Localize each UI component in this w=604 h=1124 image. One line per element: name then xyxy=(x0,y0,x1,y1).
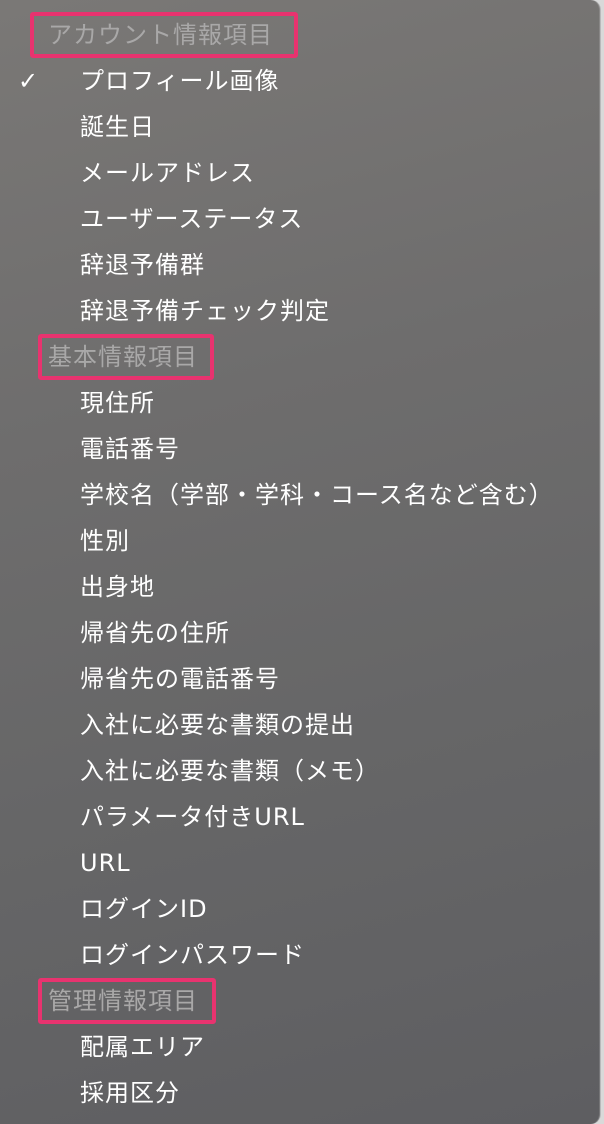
menu-item-phone-number[interactable]: 電話番号 xyxy=(0,426,600,472)
section-header-account: アカウント情報項目 xyxy=(0,12,600,58)
menu-item-gender[interactable]: 性別 xyxy=(0,518,600,564)
menu-item-profile-image[interactable]: ✓ プロフィール画像 xyxy=(0,58,600,104)
menu-item-label: 学校名（学部・学科・コース名など含む） xyxy=(80,481,554,509)
menu-item-url-with-params[interactable]: パラメータ付きURL xyxy=(0,794,600,840)
menu-item-label: ログインID xyxy=(80,895,208,923)
menu-item-url[interactable]: URL xyxy=(0,840,600,886)
menu-item-label: 出身地 xyxy=(80,573,155,601)
menu-item-home-phone[interactable]: 帰省先の電話番号 xyxy=(0,656,600,702)
menu-item-documents-submission[interactable]: 入社に必要な書類の提出 xyxy=(0,702,600,748)
menu-item-label: 誕生日 xyxy=(80,113,155,141)
menu-item-label: 現住所 xyxy=(80,389,155,417)
menu-item-hiring-category[interactable]: 採用区分 xyxy=(0,1070,600,1116)
menu-item-label: 入社に必要な書類（メモ） xyxy=(80,757,380,785)
menu-item-label: 辞退予備チェック判定 xyxy=(80,297,330,325)
menu-item-label: ログインパスワード xyxy=(80,941,305,969)
menu-item-school-name[interactable]: 学校名（学部・学科・コース名など含む） xyxy=(0,472,600,518)
dropdown-menu: アカウント情報項目 ✓ プロフィール画像 誕生日 メールアドレス ユーザーステー… xyxy=(0,0,601,1124)
menu-item-label: 電話番号 xyxy=(80,435,180,463)
menu-item-login-id[interactable]: ログインID xyxy=(0,886,600,932)
menu-list: アカウント情報項目 ✓ プロフィール画像 誕生日 メールアドレス ユーザーステー… xyxy=(0,12,600,1116)
menu-item-user-status[interactable]: ユーザーステータス xyxy=(0,196,600,242)
menu-item-label: プロフィール画像 xyxy=(80,67,280,95)
menu-item-label: 帰省先の住所 xyxy=(80,619,230,647)
menu-item-label: 性別 xyxy=(80,527,130,555)
menu-item-login-password[interactable]: ログインパスワード xyxy=(0,932,600,978)
menu-item-email[interactable]: メールアドレス xyxy=(0,150,600,196)
menu-item-label: URL xyxy=(80,849,131,877)
menu-item-home-address[interactable]: 帰省先の住所 xyxy=(0,610,600,656)
menu-item-label: 入社に必要な書類の提出 xyxy=(80,711,355,739)
menu-item-documents-memo[interactable]: 入社に必要な書類（メモ） xyxy=(0,748,600,794)
menu-item-hometown[interactable]: 出身地 xyxy=(0,564,600,610)
menu-item-birthday[interactable]: 誕生日 xyxy=(0,104,600,150)
section-header-management: 管理情報項目 xyxy=(0,978,600,1024)
menu-item-current-address[interactable]: 現住所 xyxy=(0,380,600,426)
menu-item-assigned-area[interactable]: 配属エリア xyxy=(0,1024,600,1070)
menu-item-label: ユーザーステータス xyxy=(80,205,304,233)
section-header-basic: 基本情報項目 xyxy=(0,334,600,380)
section-title: 基本情報項目 xyxy=(48,343,198,371)
menu-item-decline-reserve-group[interactable]: 辞退予備群 xyxy=(0,242,600,288)
menu-item-label: パラメータ付きURL xyxy=(80,803,305,831)
checkmark-icon: ✓ xyxy=(18,67,39,95)
menu-item-label: メールアドレス xyxy=(80,159,255,187)
menu-item-label: 帰省先の電話番号 xyxy=(80,665,280,693)
section-title: 管理情報項目 xyxy=(48,987,198,1015)
section-title: アカウント情報項目 xyxy=(48,21,273,49)
menu-item-label: 辞退予備群 xyxy=(80,251,205,279)
menu-item-decline-reserve-check[interactable]: 辞退予備チェック判定 xyxy=(0,288,600,334)
menu-item-label: 採用区分 xyxy=(80,1079,180,1107)
menu-item-label: 配属エリア xyxy=(80,1033,205,1061)
